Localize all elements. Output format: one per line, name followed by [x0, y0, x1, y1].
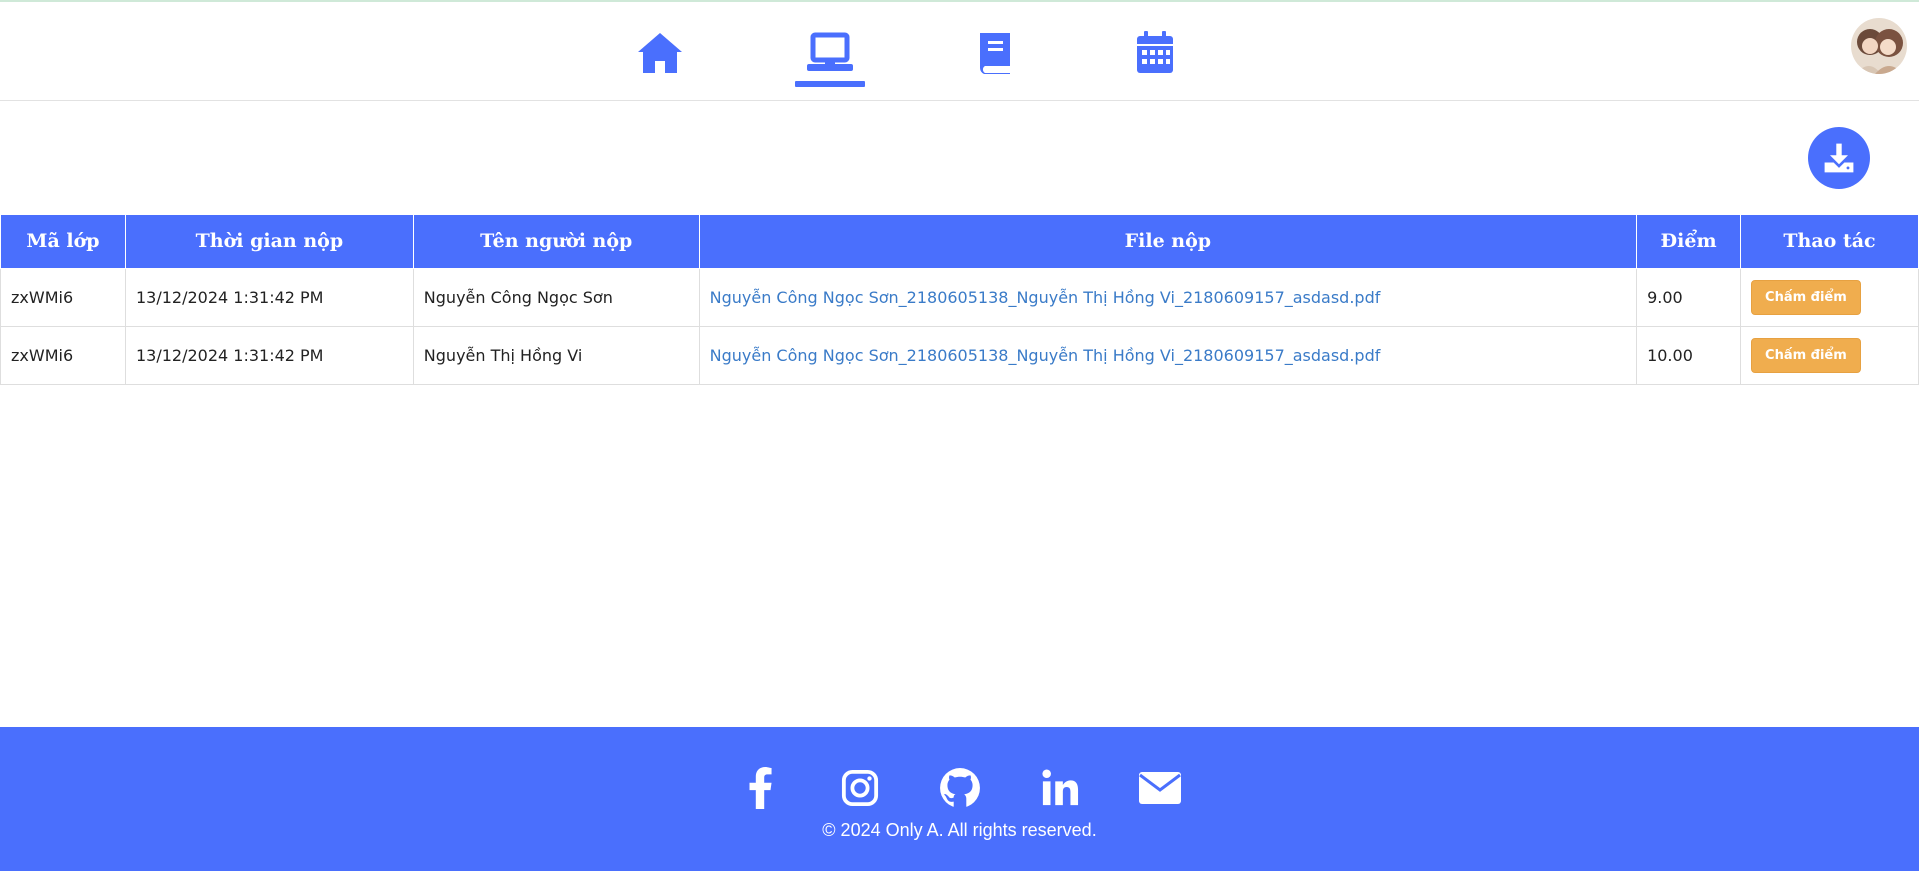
header-submitted-at[interactable]: Thời gian nộp	[124, 215, 414, 269]
laptop-icon[interactable]	[802, 27, 858, 79]
top-navbar	[0, 2, 1919, 101]
download-button[interactable]	[1808, 127, 1870, 189]
footer: © 2024 Only A. All rights reserved.	[0, 727, 1919, 871]
active-tab-indicator	[795, 81, 865, 87]
facebook-icon[interactable]	[737, 765, 783, 811]
calendar-icon[interactable]	[1127, 27, 1183, 79]
linkedin-icon[interactable]	[1037, 765, 1083, 811]
file-link[interactable]: Nguyễn Công Ngọc Sơn_2180605138_Nguyễn T…	[710, 346, 1381, 365]
cell-actions: Chấm điểm	[1740, 325, 1919, 385]
table-header-row: Mã lớp Thời gian nộp Tên người nộp File …	[0, 215, 1919, 269]
cell-class-code: zxWMi6	[0, 325, 126, 385]
home-icon[interactable]	[632, 27, 688, 79]
avatar[interactable]	[1851, 18, 1907, 74]
cell-submitted-at: 13/12/2024 1:31:42 PM	[124, 267, 414, 327]
github-icon[interactable]	[937, 765, 983, 811]
cell-submitted-at: 13/12/2024 1:31:42 PM	[124, 325, 414, 385]
table-row: zxWMi6 13/12/2024 1:31:42 PM Nguyễn Thị …	[0, 325, 1919, 385]
header-actions: Thao tác	[1740, 215, 1919, 269]
table-row: zxWMi6 13/12/2024 1:31:42 PM Nguyễn Công…	[0, 267, 1919, 327]
instagram-icon[interactable]	[837, 765, 883, 811]
book-icon[interactable]	[967, 27, 1023, 79]
file-link[interactable]: Nguyễn Công Ngọc Sơn_2180605138_Nguyễn T…	[710, 288, 1381, 307]
cell-file: Nguyễn Công Ngọc Sơn_2180605138_Nguyễn T…	[698, 325, 1638, 385]
submissions-table: Mã lớp Thời gian nộp Tên người nộp File …	[0, 215, 1919, 385]
grade-button[interactable]: Chấm điểm	[1751, 337, 1861, 373]
grade-button[interactable]: Chấm điểm	[1751, 279, 1861, 315]
copyright-text: © 2024 Only A. All rights reserved.	[822, 820, 1097, 840]
email-icon[interactable]	[1137, 765, 1183, 811]
cell-actions: Chấm điểm	[1740, 267, 1919, 327]
header-file[interactable]: File nộp	[698, 215, 1638, 269]
cell-class-code: zxWMi6	[0, 267, 126, 327]
cell-file: Nguyễn Công Ngọc Sơn_2180605138_Nguyễn T…	[698, 267, 1638, 327]
header-class-code[interactable]: Mã lớp	[0, 215, 126, 269]
cell-score: 10.00	[1636, 325, 1742, 385]
cell-submitter: Nguyễn Công Ngọc Sơn	[412, 267, 700, 327]
download-icon	[1824, 143, 1854, 173]
header-score[interactable]: Điểm	[1636, 215, 1742, 269]
cell-submitter: Nguyễn Thị Hồng Vi	[412, 325, 700, 385]
header-submitter[interactable]: Tên người nộp	[412, 215, 700, 269]
cell-score: 9.00	[1636, 267, 1742, 327]
